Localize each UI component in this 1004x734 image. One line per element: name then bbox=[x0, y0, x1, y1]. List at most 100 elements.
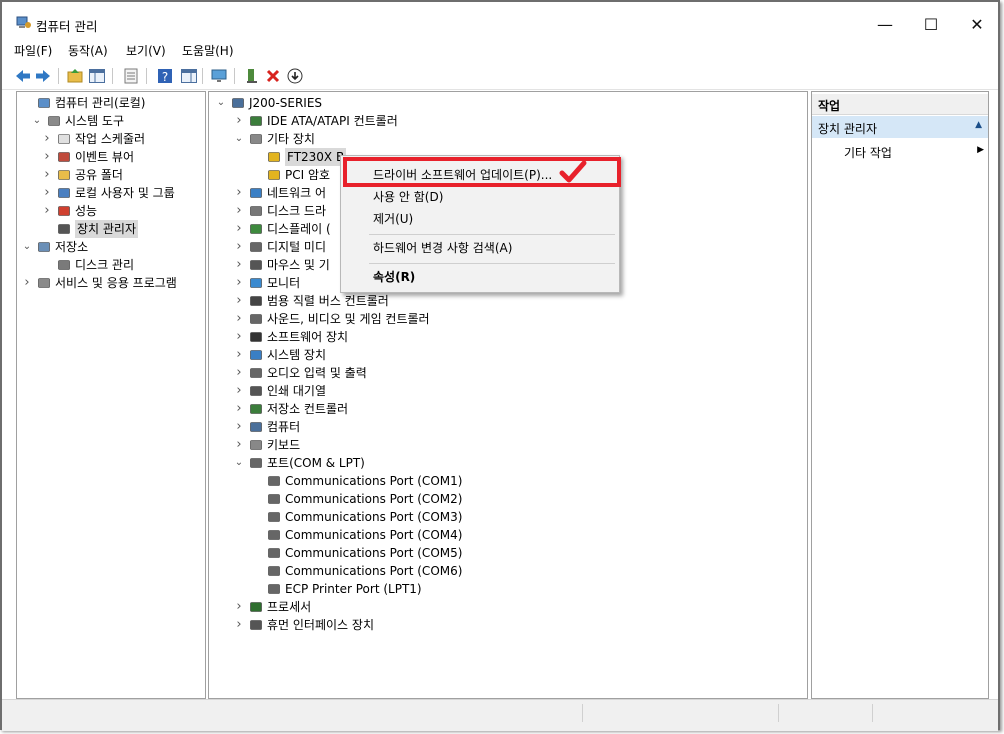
digital-media-icon bbox=[249, 240, 263, 254]
tree-item-label: 기타 장치 bbox=[267, 132, 315, 146]
collapsed-chevron-icon[interactable]: › bbox=[233, 382, 245, 400]
minimize-button[interactable]: — bbox=[862, 12, 908, 38]
collapsed-chevron-icon[interactable]: › bbox=[233, 238, 245, 256]
services-icon bbox=[37, 276, 51, 290]
expanded-chevron-icon[interactable]: ⌄ bbox=[215, 94, 227, 112]
hid-icon bbox=[249, 618, 263, 632]
clock-icon bbox=[57, 132, 71, 146]
collapsed-chevron-icon[interactable]: › bbox=[233, 310, 245, 328]
tree-item-label: J200-SERIES bbox=[249, 96, 323, 110]
collapsed-chevron-icon[interactable]: › bbox=[21, 274, 33, 292]
tree-item-label: 시스템 장치 bbox=[267, 348, 327, 362]
collapsed-chevron-icon[interactable]: › bbox=[41, 130, 53, 148]
ctx-disable[interactable]: 사용 안 함(D) bbox=[341, 186, 619, 208]
tree-item-label: 공유 폴더 bbox=[75, 168, 123, 182]
collapsed-chevron-icon[interactable]: › bbox=[41, 184, 53, 202]
tree-item-label: 네트워크 어 bbox=[267, 186, 327, 200]
collapsed-chevron-icon[interactable]: › bbox=[233, 112, 245, 130]
window-title: 컴퓨터 관리 bbox=[36, 19, 98, 34]
status-divider bbox=[582, 704, 583, 722]
ctx-uninstall-label: 제거(U) bbox=[373, 212, 414, 226]
mouse-icon bbox=[249, 258, 263, 272]
expanded-chevron-icon[interactable]: ⌄ bbox=[31, 112, 43, 130]
printer-icon bbox=[249, 384, 263, 398]
help-icon[interactable]: ? bbox=[156, 67, 174, 85]
tree-item-label: 작업 스케줄러 bbox=[75, 132, 146, 146]
storage-controller-icon bbox=[249, 402, 263, 416]
collapsed-chevron-icon[interactable]: › bbox=[233, 184, 245, 202]
status-divider bbox=[872, 704, 873, 722]
port-icon bbox=[267, 528, 281, 542]
collapsed-chevron-icon[interactable]: › bbox=[233, 418, 245, 436]
collapsed-chevron-icon[interactable]: › bbox=[233, 400, 245, 418]
properties-icon[interactable] bbox=[122, 67, 140, 85]
show-hide-action-icon[interactable] bbox=[180, 67, 198, 85]
ctx-properties[interactable]: 속성(R) bbox=[341, 266, 619, 288]
svg-text:?: ? bbox=[162, 70, 168, 84]
navigation-tree-pane[interactable]: 컴퓨터 관리(로컬) ⌄ 시스템 도구 › 작업 스케줄러 › 이벤트 뷰어 › 공유 폴더 › 로… bbox=[16, 91, 206, 699]
close-button[interactable]: ✕ bbox=[954, 12, 1000, 38]
expanded-chevron-icon[interactable]: ⌄ bbox=[21, 238, 33, 256]
tree-item-label: 로컬 사용자 및 그룹 bbox=[75, 186, 175, 200]
toolbar-separator bbox=[234, 68, 235, 84]
tree-item-label: Communications Port (COM1) bbox=[285, 474, 463, 488]
uninstall-x-icon[interactable] bbox=[264, 67, 282, 85]
collapsed-chevron-icon[interactable]: › bbox=[233, 364, 245, 382]
update-driver-icon[interactable] bbox=[286, 67, 304, 85]
ctx-scan-hardware[interactable]: 하드웨어 변경 사항 검색(A) bbox=[341, 237, 619, 259]
software-device-icon bbox=[249, 330, 263, 344]
actions-more-item[interactable]: 기타 작업 ▶ bbox=[812, 142, 988, 162]
collapsed-chevron-icon[interactable]: › bbox=[233, 274, 245, 292]
collapsed-chevron-icon[interactable]: › bbox=[233, 598, 245, 616]
tree-item-label: 컴퓨터 관리(로컬) bbox=[55, 96, 146, 110]
collapsed-chevron-icon[interactable]: › bbox=[233, 436, 245, 454]
tree-item-label: 컴퓨터 bbox=[267, 420, 301, 434]
computer-icon bbox=[231, 96, 245, 110]
tree-item-label: 서비스 및 응용 프로그램 bbox=[55, 276, 177, 290]
ctx-uninstall[interactable]: 제거(U) bbox=[341, 208, 619, 230]
collapse-triangle-icon[interactable]: ▲ bbox=[975, 120, 982, 130]
title-bar: 컴퓨터 관리 — ☐ ✕ bbox=[2, 2, 998, 38]
submenu-arrow-icon: ▶ bbox=[977, 145, 984, 155]
menu-help[interactable]: 도움말(H) bbox=[182, 42, 234, 59]
collapsed-chevron-icon[interactable]: › bbox=[233, 328, 245, 346]
actions-section-label: 장치 관리자 bbox=[818, 122, 878, 136]
warning-device-icon bbox=[267, 168, 281, 182]
collapsed-chevron-icon[interactable]: › bbox=[233, 256, 245, 274]
menu-file[interactable]: 파일(F) bbox=[14, 42, 52, 59]
tree-item-label: 디스플레이 ( bbox=[267, 222, 331, 236]
collapsed-chevron-icon[interactable]: › bbox=[233, 346, 245, 364]
tree-item-label: 시스템 도구 bbox=[65, 114, 125, 128]
tree-item-label: 성능 bbox=[75, 204, 98, 218]
collapsed-chevron-icon[interactable]: › bbox=[233, 616, 245, 634]
collapsed-chevron-icon[interactable]: › bbox=[41, 148, 53, 166]
tree-item-label: 이벤트 뷰어 bbox=[75, 150, 135, 164]
display-adapter-icon bbox=[249, 222, 263, 236]
ctx-disable-label: 사용 안 함(D) bbox=[373, 190, 444, 204]
toolbar-separator bbox=[58, 68, 59, 84]
collapsed-chevron-icon[interactable]: › bbox=[233, 202, 245, 220]
expanded-chevron-icon[interactable]: ⌄ bbox=[233, 454, 245, 472]
tree-item-label: IDE ATA/ATAPI 컨트롤러 bbox=[267, 114, 398, 128]
menu-action[interactable]: 동작(A) bbox=[68, 42, 108, 59]
tree-item-label: 저장소 bbox=[55, 240, 89, 254]
collapsed-chevron-icon[interactable]: › bbox=[233, 220, 245, 238]
tree-item-label: 인쇄 대기열 bbox=[267, 384, 327, 398]
collapsed-chevron-icon[interactable]: › bbox=[41, 166, 53, 184]
maximize-button[interactable]: ☐ bbox=[908, 12, 954, 38]
menu-view[interactable]: 보기(V) bbox=[126, 42, 166, 59]
computer-icon bbox=[249, 420, 263, 434]
forward-arrow-icon[interactable] bbox=[34, 67, 52, 85]
scan-hardware-icon[interactable] bbox=[244, 67, 262, 85]
back-arrow-icon[interactable] bbox=[14, 67, 32, 85]
ctx-separator bbox=[369, 234, 615, 235]
status-divider bbox=[778, 704, 779, 722]
folder-up-icon[interactable] bbox=[66, 67, 84, 85]
show-hide-tree-icon[interactable] bbox=[88, 67, 106, 85]
expanded-chevron-icon[interactable]: ⌄ bbox=[233, 130, 245, 148]
collapsed-chevron-icon[interactable]: › bbox=[233, 292, 245, 310]
monitor-icon[interactable] bbox=[210, 67, 228, 85]
shared-folder-icon bbox=[57, 168, 71, 182]
collapsed-chevron-icon[interactable]: › bbox=[41, 202, 53, 220]
actions-section-device-manager[interactable]: 장치 관리자 ▲ bbox=[812, 116, 988, 138]
